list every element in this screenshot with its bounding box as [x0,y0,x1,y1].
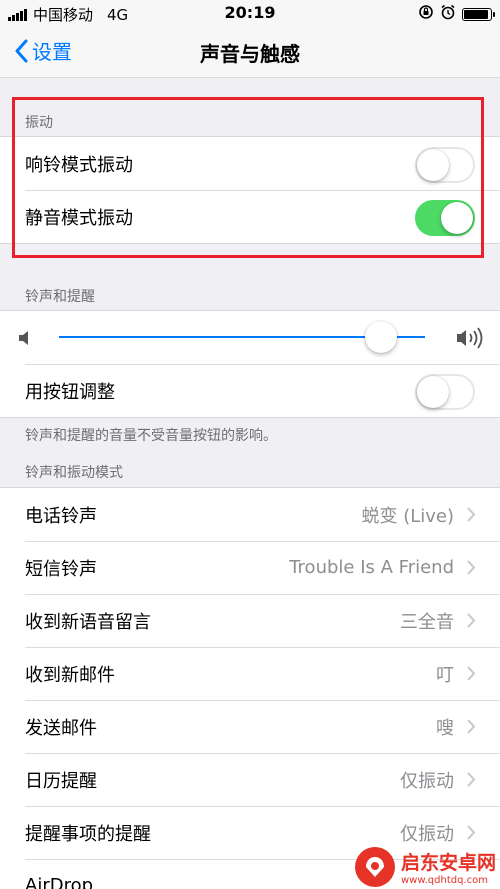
row-label: 短信铃声 [25,558,97,580]
pattern-row-sent-mail[interactable]: 发送邮件 嗖 [0,700,500,753]
watermark-name: 启东安卓网 [400,852,496,874]
row-value: 蜕变 (Live) [361,505,454,527]
status-bar: 中国移动 4G 20:19 [0,0,500,26]
section-header-vibration: 振动 [25,115,53,131]
row-value: 仅振动 [400,770,454,792]
chevron-right-icon [467,825,476,840]
row-label: 收到新语音留言 [25,611,151,633]
toggle-knob [441,202,473,234]
pattern-row-ringtone[interactable]: 电话铃声 蜕变 (Live) [0,488,500,541]
page-title: 声音与触感 [200,42,300,66]
toggle-knob [417,376,449,408]
chevron-right-icon [467,666,476,681]
row-label: 日历提醒 [25,770,97,792]
pattern-row-calendar[interactable]: 日历提醒 仅振动 [0,753,500,806]
watermark-logo-icon [354,847,395,887]
row-label: 提醒事项的提醒 [25,823,151,845]
volume-slider-row [0,311,500,364]
volume-slider-knob[interactable] [365,321,398,353]
chevron-right-icon [467,560,476,575]
pattern-row-new-mail[interactable]: 收到新邮件 叮 [0,647,500,700]
pattern-row-voicemail[interactable]: 收到新语音留言 三全音 [0,594,500,647]
row-value: 三全音 [400,611,454,633]
ringer-group: 用按钮调整 [0,310,500,418]
watermark: 启东安卓网 www.qdhtdq.com [354,847,496,887]
row-label: 电话铃声 [25,505,97,527]
adjust-with-buttons-row: 用按钮调整 [0,364,500,417]
rotation-lock-icon [418,4,434,24]
section-header-ringer: 铃声和提醒 [25,289,95,305]
watermark-url: www.qdhtdq.com [400,875,488,886]
silent-mode-vibration-toggle[interactable] [415,200,475,236]
patterns-group: 电话铃声 蜕变 (Live) 短信铃声 Trouble Is A Friend … [0,487,500,889]
toggle-knob [417,149,449,181]
vibration-group: 响铃模式振动 静音模式振动 [0,136,500,244]
volume-low-icon [18,330,32,351]
volume-high-icon [456,326,484,355]
row-value: 嗖 [436,717,454,739]
navigation-bar: 设置 声音与触感 [0,26,500,78]
alarm-icon [440,4,456,24]
row-label: 用按钮调整 [25,381,115,403]
row-value: 叮 [436,664,454,686]
ring-mode-vibration-row: 响铃模式振动 [0,137,500,190]
row-label: 响铃模式振动 [25,154,133,176]
row-label: 静音模式振动 [25,207,133,229]
chevron-right-icon [467,772,476,787]
section-header-patterns: 铃声和振动模式 [25,465,123,481]
ring-mode-vibration-toggle[interactable] [415,147,475,183]
battery-icon [462,7,495,21]
row-label: AirDrop [25,875,94,889]
chevron-right-icon [467,507,476,522]
ringer-footer-note: 铃声和提醒的音量不受音量按钮的影响。 [25,428,277,444]
adjust-with-buttons-toggle[interactable] [415,374,475,410]
row-value: Trouble Is A Friend [289,557,454,578]
row-label: 收到新邮件 [25,664,115,686]
row-label: 发送邮件 [25,717,97,739]
silent-mode-vibration-row: 静音模式振动 [0,190,500,243]
chevron-right-icon [467,719,476,734]
chevron-right-icon [467,613,476,628]
pattern-row-text-tone[interactable]: 短信铃声 Trouble Is A Friend [0,541,500,594]
